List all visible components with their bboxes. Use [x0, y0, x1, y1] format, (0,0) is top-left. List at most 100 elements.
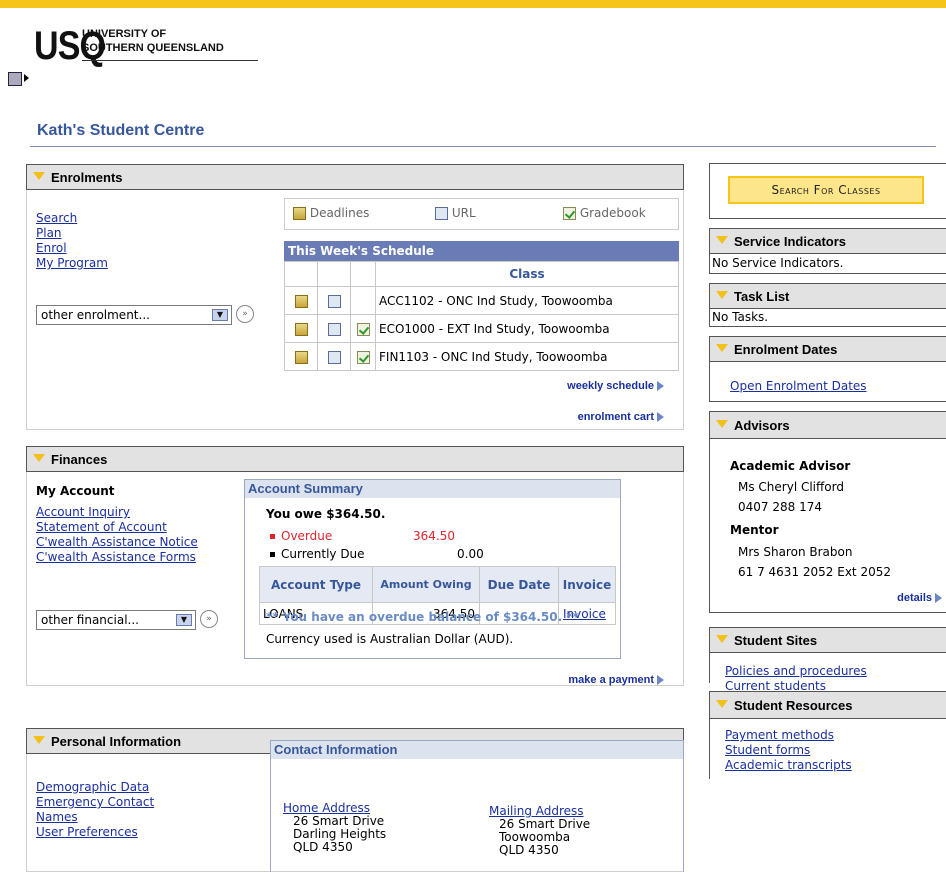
tab-deadlines[interactable]: Deadlines — [293, 206, 369, 220]
contact-info-title: Contact Information — [271, 741, 683, 759]
advisors-header[interactable]: Advisors — [709, 411, 946, 439]
collapse-triangle-icon[interactable] — [716, 700, 728, 708]
class-cell: ACC1102 - ONC Ind Study, Toowoomba — [375, 286, 679, 315]
link-plan[interactable]: Plan — [36, 226, 108, 241]
enrolment-cart-label: enrolment cart — [577, 411, 654, 423]
student-resources-header[interactable]: Student Resources — [709, 691, 946, 719]
student-sites-header[interactable]: Student Sites — [709, 627, 946, 653]
gradebook-icon[interactable] — [356, 350, 370, 364]
account-summary-title: Account Summary — [245, 480, 620, 498]
deadlines-icon[interactable] — [294, 294, 308, 308]
link-names[interactable]: Names — [36, 810, 154, 825]
url-icon[interactable] — [327, 322, 341, 336]
task-list-header[interactable]: Task List — [709, 283, 946, 309]
enrolment-cart-link[interactable]: enrolment cart — [540, 409, 664, 423]
overdue-label: Overdue — [281, 529, 333, 543]
enrolment-dates-header[interactable]: Enrolment Dates — [709, 336, 946, 362]
col-invoice: Invoice — [558, 566, 616, 603]
currently-due-value: 0.00 — [457, 547, 484, 561]
link-search[interactable]: Search — [36, 211, 108, 226]
tab-gradebook-label: Gradebook — [579, 206, 646, 220]
go-button[interactable]: » — [200, 610, 218, 628]
collapse-triangle-icon[interactable] — [716, 635, 728, 643]
service-indicators-header[interactable]: Service Indicators — [709, 228, 946, 254]
currently-due-row: Currently Due — [270, 547, 365, 561]
enrolment-links: Search Plan Enrol My Program — [36, 211, 108, 271]
weekly-schedule-link[interactable]: weekly schedule — [540, 378, 664, 392]
finances-header[interactable]: Finances — [26, 446, 684, 472]
tab-url[interactable]: URL — [435, 206, 476, 220]
mailing-address: Mailing Address 26 Smart Drive Toowoomba… — [489, 805, 590, 857]
link-account-inquiry[interactable]: Account Inquiry — [36, 505, 198, 520]
other-enrolment-select[interactable]: other enrolment... ▼ — [36, 305, 232, 325]
gradebook-icon[interactable] — [356, 322, 370, 336]
link-cwealth-notice[interactable]: C'wealth Assistance Notice — [36, 535, 198, 550]
open-enrolment-dates-link[interactable]: Open Enrolment Dates — [730, 379, 867, 393]
academic-advisor-label: Academic Advisor — [730, 459, 851, 473]
deadlines-icon[interactable] — [294, 322, 308, 336]
title-divider — [30, 146, 936, 147]
url-icon[interactable] — [327, 294, 341, 308]
currently-due-label: Currently Due — [281, 547, 365, 561]
collapse-triangle-icon[interactable] — [33, 736, 45, 744]
link-my-program[interactable]: My Program — [36, 256, 108, 271]
link-demographic-data[interactable]: Demographic Data — [36, 780, 154, 795]
details-link[interactable]: details — [897, 590, 942, 604]
student-resources-links: Payment methods Student forms Academic t… — [725, 728, 852, 773]
collapse-triangle-icon[interactable] — [33, 454, 45, 462]
overdue-note: ** You have an overdue balance of $364.5… — [266, 610, 579, 624]
collapse-triangle-icon[interactable] — [33, 172, 45, 180]
link-policies[interactable]: Policies and procedures — [725, 664, 867, 679]
arrow-right-icon — [935, 592, 942, 603]
home-address: Home Address 26 Smart Drive Darling Heig… — [283, 802, 386, 854]
enrolment-dates-body: Open Enrolment Dates — [709, 362, 946, 402]
other-financial-select[interactable]: other financial... ▼ — [36, 610, 196, 630]
chevron-down-icon[interactable]: ▼ — [176, 614, 192, 626]
link-cwealth-forms[interactable]: C'wealth Assistance Forms — [36, 550, 198, 565]
chevron-down-icon[interactable]: ▼ — [212, 309, 228, 321]
schedule-title: This Week's Schedule — [284, 241, 679, 261]
link-enrol[interactable]: Enrol — [36, 241, 108, 256]
link-payment-methods[interactable]: Payment methods — [725, 728, 852, 743]
enrolments-title: Enrolments — [51, 169, 123, 185]
mailing-line: QLD 4350 — [499, 843, 559, 857]
link-statement-of-account[interactable]: Statement of Account — [36, 520, 198, 535]
url-icon[interactable] — [327, 350, 341, 364]
student-sites-body: Policies and procedures Current students — [709, 653, 946, 693]
col-due-date: Due Date — [479, 566, 559, 603]
finance-links: Account Inquiry Statement of Account C'w… — [36, 505, 198, 565]
collapse-triangle-icon[interactable] — [716, 236, 728, 244]
deadlines-icon[interactable] — [294, 350, 308, 364]
overdue-value: 364.50 — [413, 529, 455, 543]
search-classes-panel: Search For Classes — [709, 163, 946, 219]
expand-arrow-icon[interactable] — [24, 74, 29, 82]
link-emergency-contact[interactable]: Emergency Contact — [36, 795, 154, 810]
make-payment-link[interactable]: make a payment — [520, 672, 664, 686]
university-line2: SOUTHERN QUEENSLAND — [82, 42, 224, 54]
collapse-triangle-icon[interactable] — [716, 420, 728, 428]
link-academic-transcripts[interactable]: Academic transcripts — [725, 758, 852, 773]
tab-deadlines-label: Deadlines — [309, 206, 370, 220]
calendar-icon — [293, 207, 306, 220]
tab-gradebook[interactable]: Gradebook — [563, 206, 646, 220]
enrolments-header[interactable]: Enrolments — [26, 164, 684, 190]
collapse-triangle-icon[interactable] — [716, 344, 728, 352]
link-student-forms[interactable]: Student forms — [725, 743, 852, 758]
details-label: details — [897, 592, 932, 604]
table-row: FIN1103 - ONC Ind Study, Toowoomba — [284, 342, 679, 371]
class-column-header: Class — [375, 261, 679, 287]
arrow-right-icon — [657, 674, 664, 685]
mentor-phone: 61 7 4631 2052 Ext 2052 — [738, 565, 891, 579]
menu-icon[interactable] — [8, 72, 22, 86]
advisors-title: Advisors — [734, 417, 790, 433]
go-button[interactable]: » — [236, 305, 254, 323]
link-user-preferences[interactable]: User Preferences — [36, 825, 154, 840]
collapse-triangle-icon[interactable] — [716, 291, 728, 299]
home-line: QLD 4350 — [293, 840, 353, 854]
other-financial-value: other financial... — [41, 613, 139, 627]
top-accent-bar — [0, 0, 946, 8]
arrow-right-icon — [657, 380, 664, 391]
search-for-classes-button[interactable]: Search For Classes — [728, 176, 924, 204]
enrolment-tabs: Deadlines URL Gradebook — [284, 198, 679, 230]
other-enrolment-value: other enrolment... — [41, 308, 150, 322]
